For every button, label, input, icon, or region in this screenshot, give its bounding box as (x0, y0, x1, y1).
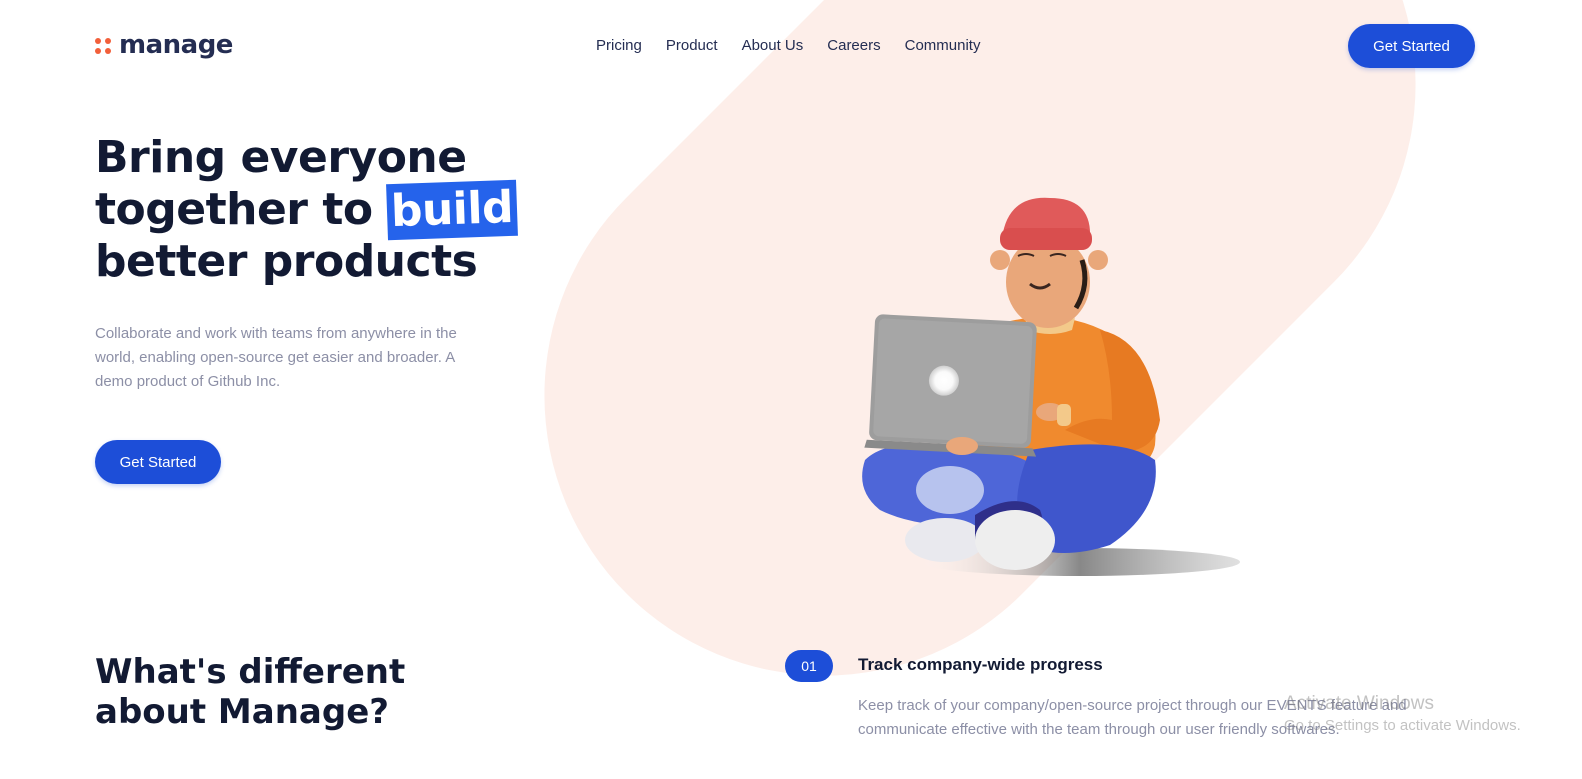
hero-title-line-1: Bring everyone (95, 132, 467, 183)
features-title: What's different about Manage? (95, 652, 406, 732)
watermark-line-1: Activate Windows (1284, 693, 1434, 714)
nav-community[interactable]: Community (905, 36, 981, 56)
nav-product[interactable]: Product (666, 36, 718, 56)
feature-heading: Track company-wide progress (858, 655, 1103, 674)
windows-activation-watermark: Activate Windows Go to Settings to activ… (1284, 693, 1521, 737)
hero-title-highlight: build (386, 179, 519, 241)
hero-title-line-3: better products (95, 236, 478, 287)
logo[interactable]: manage (95, 28, 233, 62)
feature-number-badge: 01 (785, 650, 833, 682)
main-nav: Pricing Product About Us Careers Communi… (596, 36, 980, 56)
person-with-laptop-illustration (862, 197, 1240, 576)
nav-pricing[interactable]: Pricing (596, 36, 642, 56)
landing-page: manage Pricing Product About Us Careers … (0, 0, 1582, 779)
hero-get-started-button[interactable]: Get Started (95, 440, 221, 484)
nav-about-us[interactable]: About Us (742, 36, 804, 56)
hero-title: Bring everyone together to build better … (95, 134, 655, 286)
logo-dots-icon (95, 38, 111, 54)
nav-careers[interactable]: Careers (827, 36, 880, 56)
hero-description: Collaborate and work with teams from any… (95, 325, 457, 390)
header-get-started-button[interactable]: Get Started (1348, 24, 1475, 68)
hero-title-line-2: together to (95, 184, 388, 235)
watermark-line-2: Go to Settings to activate Windows. (1284, 717, 1521, 734)
site-header: manage Pricing Product About Us Careers … (0, 0, 1582, 90)
logo-text: manage (119, 30, 233, 60)
